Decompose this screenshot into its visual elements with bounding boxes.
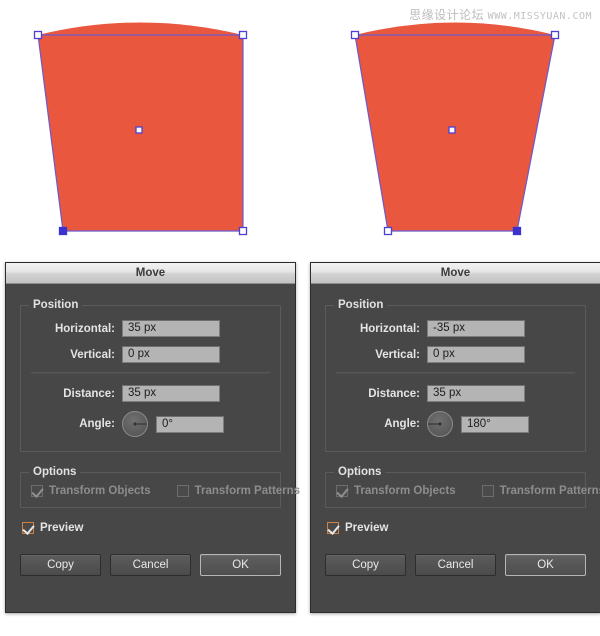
horizontal-label: Horizontal: [54, 322, 115, 335]
preview-label: Preview [40, 522, 84, 534]
illustration-canvas: 思缘设计论坛 WWW.MISSYUAN.COM [0, 0, 600, 255]
anchor-bottom-left [383, 226, 393, 236]
preview-row: Preview [22, 522, 281, 535]
copy-button[interactable]: Copy [20, 554, 101, 576]
options-checkbox-row: Transform Objects Transform Patterns [336, 485, 600, 498]
angle-row: Angle: 180° [336, 411, 575, 437]
distance-label: Distance: [63, 387, 115, 400]
transform-objects-checkbox[interactable]: Transform Objects [336, 485, 456, 498]
angle-row: Angle: 0° [31, 411, 270, 437]
preview-label: Preview [345, 522, 389, 534]
dialog-button-row: Copy Cancel OK [325, 554, 586, 576]
move-dialog-left[interactable]: Move Position Horizontal: 35 px Vertical… [5, 262, 300, 613]
dialog-title: Move [135, 267, 166, 279]
vertical-label: Vertical: [70, 348, 115, 361]
options-group: Options Transform Objects Transform Patt… [325, 466, 600, 508]
horizontal-input[interactable]: 35 px [122, 320, 220, 337]
anchor-bottom-right-selected [512, 226, 522, 236]
dialog-titlebar[interactable]: Move [311, 263, 600, 284]
checkmark-icon [22, 522, 35, 535]
position-group-legend: Position [29, 299, 83, 311]
checkbox-box-icon [336, 485, 349, 498]
anchor-center-point [448, 126, 456, 134]
angle-dial-icon[interactable] [122, 411, 148, 437]
distance-row: Distance: 35 px [31, 385, 270, 402]
anchor-top-right [238, 30, 248, 40]
cancel-button[interactable]: Cancel [110, 554, 191, 576]
angle-dial-hub [438, 422, 442, 426]
options-group: Options Transform Objects Transform Patt… [20, 466, 300, 508]
position-group-legend: Position [334, 299, 388, 311]
checkbox-box-icon [31, 485, 44, 498]
ok-button[interactable]: OK [505, 554, 586, 576]
vertical-input[interactable]: 0 px [427, 346, 525, 363]
checkmark-icon [31, 485, 44, 498]
transform-objects-checkbox[interactable]: Transform Objects [31, 485, 151, 498]
options-group-legend: Options [334, 466, 386, 478]
distance-row: Distance: 35 px [336, 385, 575, 402]
anchor-top-left [33, 30, 43, 40]
horizontal-label: Horizontal: [359, 322, 420, 335]
transform-patterns-checkbox[interactable]: Transform Patterns [176, 485, 301, 497]
transform-patterns-checkbox[interactable]: Transform Patterns [481, 485, 600, 497]
dialog-title: Move [440, 267, 471, 279]
watermark-cn-text: 思缘设计论坛 [409, 8, 485, 22]
position-separator [31, 372, 270, 374]
angle-label: Angle: [79, 418, 115, 430]
watermark-url-text: WWW.MISSYUAN.COM [487, 11, 592, 22]
checkbox-box-icon [22, 522, 35, 535]
horizontal-input[interactable]: -35 px [427, 320, 525, 337]
position-separator [336, 372, 575, 374]
horizontal-row: Horizontal: 35 px [31, 320, 270, 337]
horizontal-row: Horizontal: -35 px [336, 320, 575, 337]
transform-objects-label: Transform Objects [354, 485, 456, 497]
distance-input[interactable]: 35 px [122, 385, 220, 402]
angle-input[interactable]: 0° [156, 415, 224, 433]
dialog-titlebar[interactable]: Move [6, 263, 295, 284]
artwork-svg [33, 22, 560, 236]
angle-dial-needle [135, 423, 147, 425]
position-group: Position Horizontal: -35 px Vertical: 0 … [325, 299, 586, 452]
checkbox-box-icon [176, 485, 189, 497]
trapezoid-shape-left [33, 22, 248, 236]
anchor-center-point [135, 126, 143, 134]
trapezoid-shape-right [350, 22, 560, 236]
preview-row: Preview [327, 522, 586, 535]
anchor-top-left [350, 30, 360, 40]
checkmark-icon [327, 522, 340, 535]
vertical-row: Vertical: 0 px [336, 346, 575, 363]
angle-dial-icon[interactable] [427, 411, 453, 437]
position-group: Position Horizontal: 35 px Vertical: 0 p… [20, 299, 281, 452]
angle-dial-hub [133, 422, 137, 426]
checkbox-box-icon [481, 485, 494, 497]
checkbox-box-icon [327, 522, 340, 535]
anchor-top-right [550, 30, 560, 40]
checkmark-icon [336, 485, 349, 498]
options-group-legend: Options [29, 466, 81, 478]
copy-button[interactable]: Copy [325, 554, 406, 576]
vertical-label: Vertical: [375, 348, 420, 361]
vertical-input[interactable]: 0 px [122, 346, 220, 363]
distance-input[interactable]: 35 px [427, 385, 525, 402]
dialog-button-row: Copy Cancel OK [20, 554, 281, 576]
options-checkbox-row: Transform Objects Transform Patterns [31, 485, 300, 498]
distance-label: Distance: [368, 387, 420, 400]
transform-objects-label: Transform Objects [49, 485, 151, 497]
move-dialog-right[interactable]: Move Position Horizontal: -35 px Vertica… [310, 262, 600, 613]
transform-patterns-label: Transform Patterns [499, 485, 600, 497]
anchor-bottom-left-selected [58, 226, 68, 236]
preview-checkbox[interactable]: Preview [327, 522, 586, 535]
vertical-row: Vertical: 0 px [31, 346, 270, 363]
preview-checkbox[interactable]: Preview [22, 522, 281, 535]
ok-button[interactable]: OK [200, 554, 281, 576]
anchor-bottom-right [238, 226, 248, 236]
cancel-button[interactable]: Cancel [415, 554, 496, 576]
angle-label: Angle: [384, 418, 420, 430]
watermark: 思缘设计论坛 WWW.MISSYUAN.COM [409, 6, 592, 23]
transform-patterns-label: Transform Patterns [194, 485, 301, 497]
angle-input[interactable]: 180° [461, 415, 529, 433]
